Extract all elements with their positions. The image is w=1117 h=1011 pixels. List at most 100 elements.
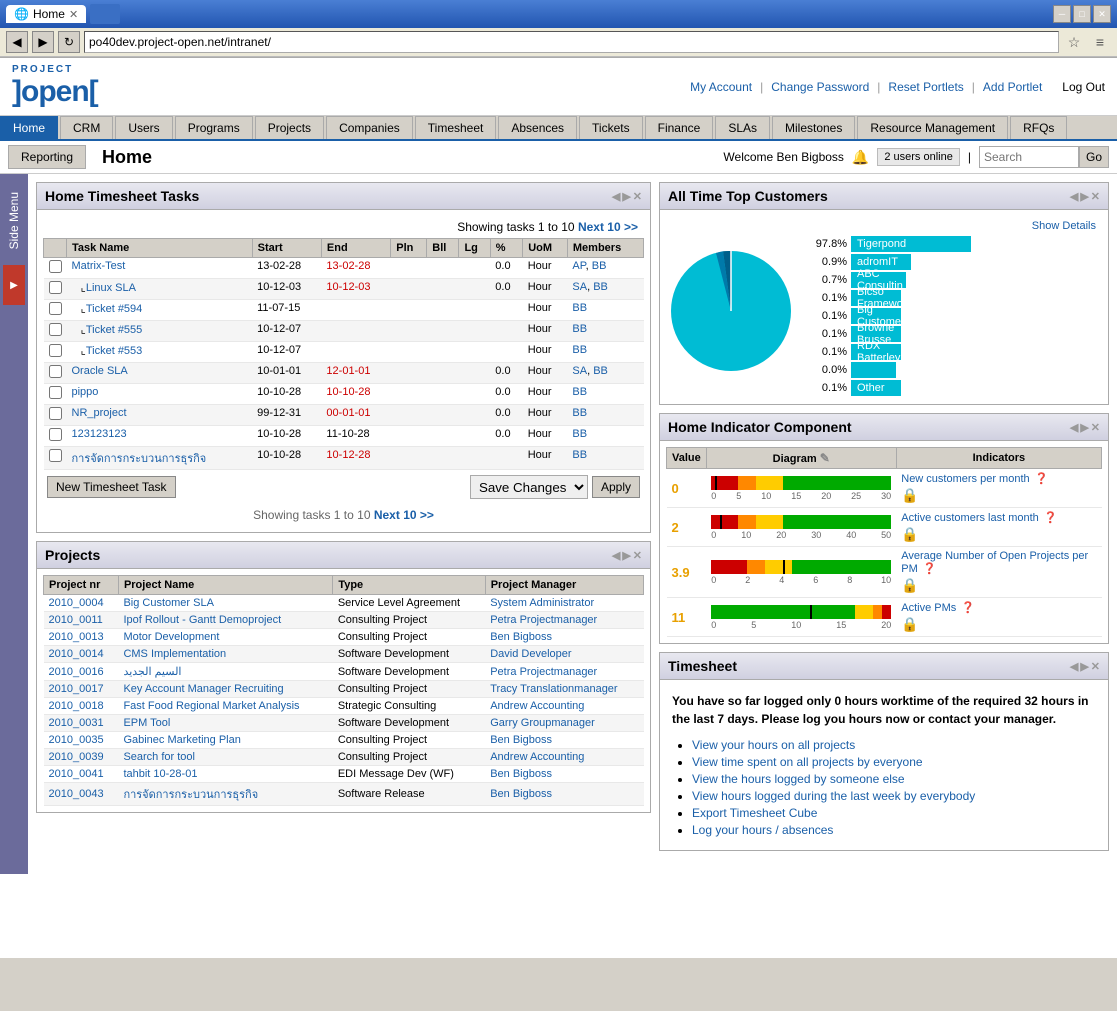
proj-name-link[interactable]: Fast Food Regional Market Analysis xyxy=(123,700,299,712)
timesheet-link[interactable]: View your hours on all projects xyxy=(692,738,855,752)
minimize-btn[interactable]: ─ xyxy=(1053,5,1071,23)
member-link[interactable]: SA xyxy=(572,281,587,293)
proj-manager-link[interactable]: Andrew Accounting xyxy=(490,700,584,712)
proj-name-link[interactable]: Key Account Manager Recruiting xyxy=(123,683,283,695)
task-name-link[interactable]: Oracle SLA xyxy=(72,365,128,377)
proj-nr-link[interactable]: 2010_0035 xyxy=(49,734,104,746)
member-link[interactable]: BB xyxy=(593,281,608,293)
timesheet-link[interactable]: View hours logged during the last week b… xyxy=(692,789,975,803)
new-task-btn[interactable]: New Timesheet Task xyxy=(47,476,176,498)
proj-manager-link[interactable]: Ben Bigboss xyxy=(490,734,552,746)
task-name-link[interactable]: Ticket #555 xyxy=(86,324,142,336)
member-link[interactable]: BB xyxy=(572,449,587,461)
proj-nr-link[interactable]: 2010_0039 xyxy=(49,751,104,763)
reporting-tab[interactable]: Reporting xyxy=(8,145,86,169)
proj-name-link[interactable]: tahbit 10-28-01 xyxy=(123,768,197,780)
proj-name-link[interactable]: Gabinec Marketing Plan xyxy=(123,734,240,746)
add-portlet-link[interactable]: Add Portlet xyxy=(983,80,1042,94)
row-checkbox[interactable] xyxy=(49,302,62,315)
refresh-btn[interactable]: ↻ xyxy=(58,31,80,53)
back-btn[interactable]: ◀ xyxy=(6,31,28,53)
address-input[interactable] xyxy=(84,31,1059,53)
proj-manager-link[interactable]: Ben Bigboss xyxy=(490,631,552,643)
logout-link[interactable]: Log Out xyxy=(1062,80,1105,94)
tab-slas[interactable]: SLAs xyxy=(715,116,770,139)
tab-timesheet[interactable]: Timesheet xyxy=(415,116,497,139)
bookmark-icon[interactable]: ☆ xyxy=(1063,31,1085,53)
proj-manager-link[interactable]: System Administrator xyxy=(490,597,594,609)
row-checkbox[interactable] xyxy=(49,428,62,441)
maximize-btn[interactable]: □ xyxy=(1073,5,1091,23)
task-name-link[interactable]: 123123123 xyxy=(72,428,127,440)
member-link[interactable]: BB xyxy=(572,407,587,419)
browser-tab[interactable]: 🌐 Home ✕ xyxy=(6,5,86,23)
show-details-link[interactable]: Show Details xyxy=(1032,220,1096,232)
task-name-link[interactable]: Matrix-Test xyxy=(72,260,126,272)
ind-label-link[interactable]: Active PMs xyxy=(901,602,956,614)
member-link[interactable]: BB xyxy=(593,365,608,377)
task-name-link[interactable]: Ticket #553 xyxy=(86,345,142,357)
member-link[interactable]: BB xyxy=(572,302,587,314)
reset-portlets-link[interactable]: Reset Portlets xyxy=(888,80,963,94)
apply-btn[interactable]: Apply xyxy=(592,476,640,498)
tab-users[interactable]: Users xyxy=(115,116,172,139)
row-checkbox[interactable] xyxy=(49,281,62,294)
member-link[interactable]: SA xyxy=(572,365,587,377)
task-name-link[interactable]: NR_project xyxy=(72,407,127,419)
menu-icon[interactable]: ≡ xyxy=(1089,31,1111,53)
task-name-link[interactable]: การจัดการกระบวนการธุรกิจ xyxy=(72,453,207,465)
proj-manager-link[interactable]: Ben Bigboss xyxy=(490,788,552,800)
proj-nr-link[interactable]: 2010_0004 xyxy=(49,597,104,609)
proj-nr-link[interactable]: 2010_0011 xyxy=(49,614,103,626)
new-tab-area[interactable] xyxy=(90,4,120,24)
timesheet-link[interactable]: Log your hours / absences xyxy=(692,823,833,837)
tab-resource-management[interactable]: Resource Management xyxy=(857,116,1008,139)
proj-name-link[interactable]: EPM Tool xyxy=(123,717,170,729)
tab-crm[interactable]: CRM xyxy=(60,116,113,139)
task-name-link[interactable]: Linux SLA xyxy=(86,282,136,294)
timesheet-link[interactable]: View time spent on all projects by every… xyxy=(692,755,923,769)
member-link[interactable]: BB xyxy=(572,323,587,335)
proj-nr-link[interactable]: 2010_0016 xyxy=(49,666,104,678)
task-name-link[interactable]: pippo xyxy=(72,386,99,398)
my-account-link[interactable]: My Account xyxy=(690,80,752,94)
proj-manager-link[interactable]: Andrew Accounting xyxy=(490,751,584,763)
proj-nr-link[interactable]: 2010_0043 xyxy=(49,788,104,800)
proj-manager-link[interactable]: Garry Groupmanager xyxy=(490,717,595,729)
proj-manager-link[interactable]: David Developer xyxy=(490,648,571,660)
proj-nr-link[interactable]: 2010_0017 xyxy=(49,683,104,695)
tab-companies[interactable]: Companies xyxy=(326,116,413,139)
change-password-link[interactable]: Change Password xyxy=(771,80,869,94)
tab-absences[interactable]: Absences xyxy=(498,116,577,139)
row-checkbox[interactable] xyxy=(49,365,62,378)
search-go-btn[interactable]: Go xyxy=(1079,146,1109,168)
proj-nr-link[interactable]: 2010_0018 xyxy=(49,700,104,712)
next-10-link-top[interactable]: Next 10 >> xyxy=(578,220,638,234)
proj-manager-link[interactable]: Petra Projectmanager xyxy=(490,614,597,626)
member-link[interactable]: AP xyxy=(572,260,585,272)
proj-name-link[interactable]: Motor Development xyxy=(123,631,219,643)
timesheet-link[interactable]: View the hours logged by someone else xyxy=(692,772,905,786)
row-checkbox[interactable] xyxy=(49,260,62,273)
tab-tickets[interactable]: Tickets xyxy=(579,116,643,139)
proj-name-link[interactable]: السيم الجديد xyxy=(123,666,181,678)
tab-programs[interactable]: Programs xyxy=(175,116,253,139)
next-10-link-bottom[interactable]: Next 10 >> xyxy=(374,508,434,522)
proj-nr-link[interactable]: 2010_0013 xyxy=(49,631,104,643)
save-changes-select[interactable]: Save Changes xyxy=(470,475,588,499)
tab-projects[interactable]: Projects xyxy=(255,116,324,139)
tab-milestones[interactable]: Milestones xyxy=(772,116,855,139)
proj-nr-link[interactable]: 2010_0014 xyxy=(49,648,104,660)
proj-name-link[interactable]: Big Customer SLA xyxy=(123,597,213,609)
side-menu-label[interactable]: Side Menu xyxy=(5,184,23,257)
tab-finance[interactable]: Finance xyxy=(645,116,714,139)
proj-name-link[interactable]: CMS Implementation xyxy=(123,648,226,660)
close-btn[interactable]: ✕ xyxy=(1093,5,1111,23)
proj-name-link[interactable]: Ipof Rollout - Gantt Demoproject xyxy=(123,614,281,626)
proj-manager-link[interactable]: Petra Projectmanager xyxy=(490,666,597,678)
tab-rfqs[interactable]: RFQs xyxy=(1010,116,1067,139)
row-checkbox[interactable] xyxy=(49,344,62,357)
member-link[interactable]: BB xyxy=(572,344,587,356)
search-input[interactable] xyxy=(979,146,1079,168)
proj-manager-link[interactable]: Ben Bigboss xyxy=(490,768,552,780)
